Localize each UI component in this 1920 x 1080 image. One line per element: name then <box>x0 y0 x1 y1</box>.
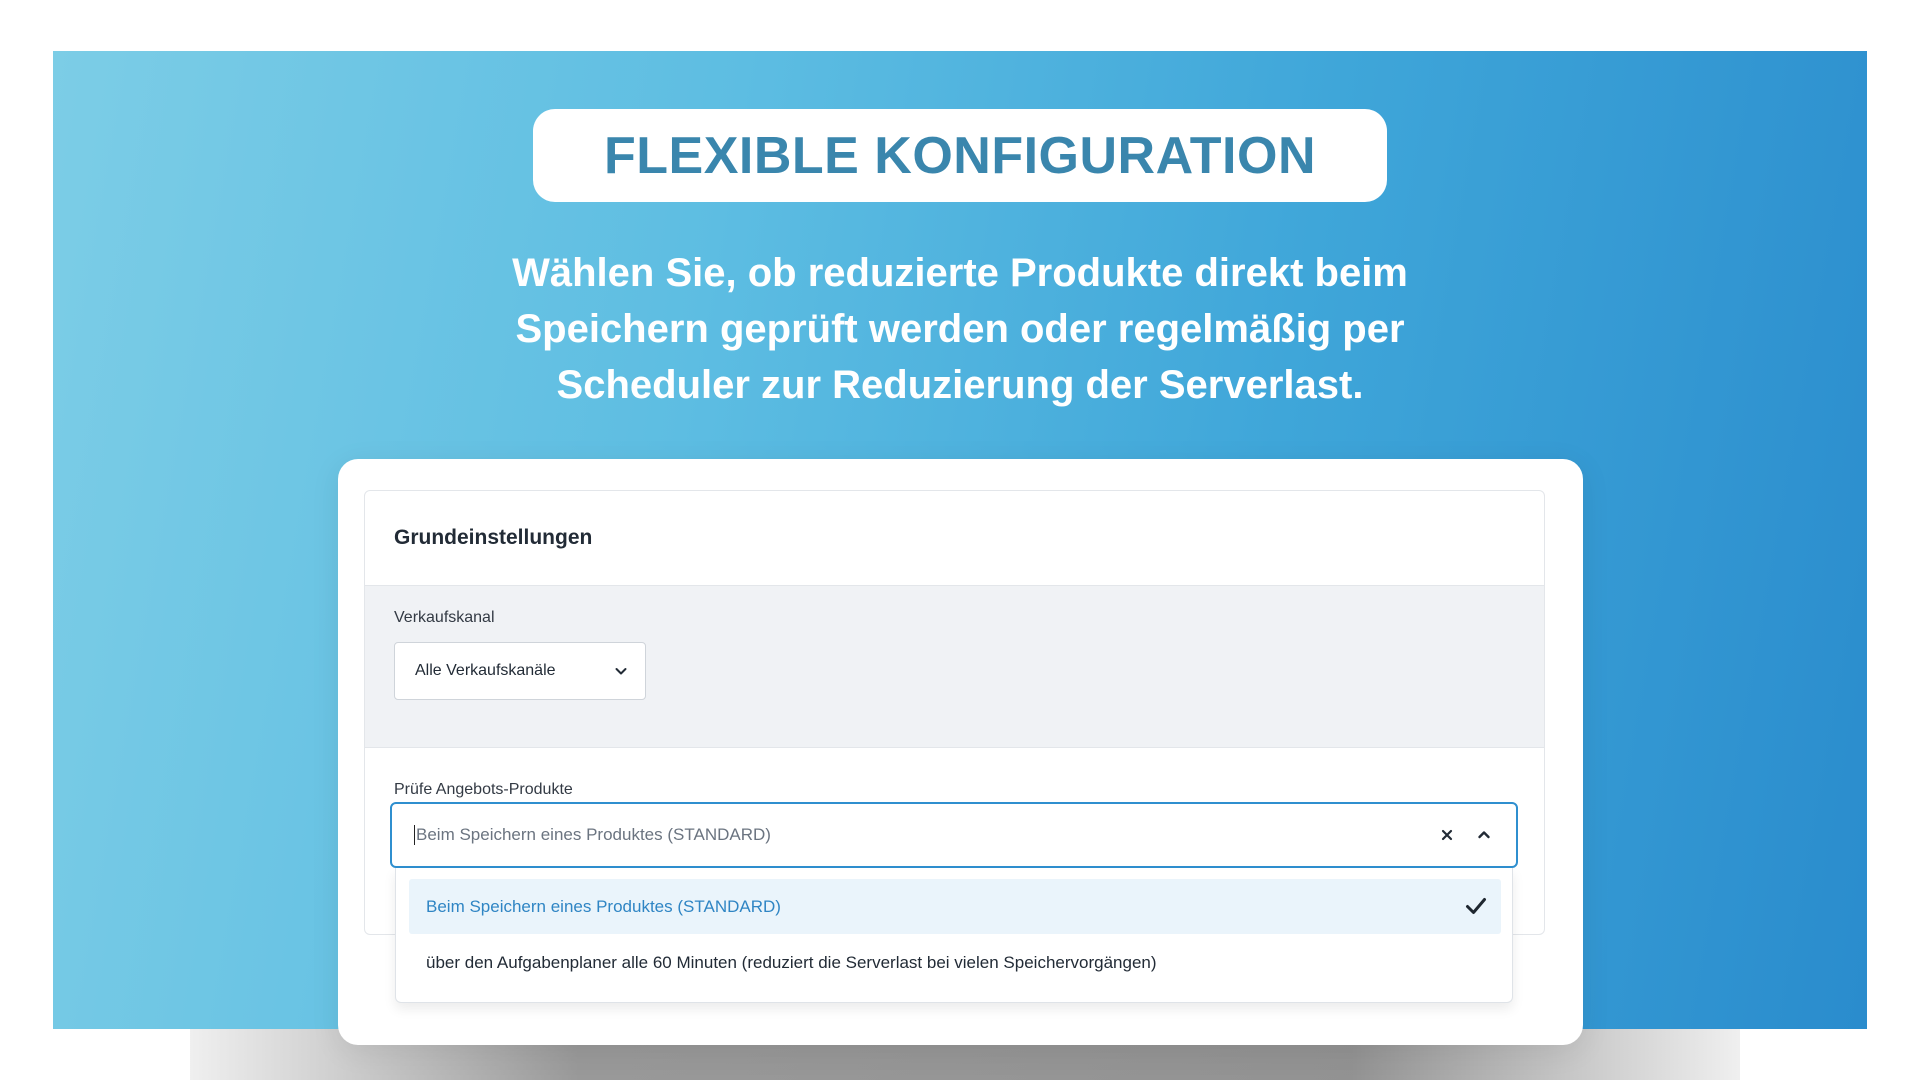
chevron-down-icon <box>615 668 627 675</box>
dropdown-option-scheduler[interactable]: über den Aufgabenplaner alle 60 Minuten … <box>409 935 1501 990</box>
panel-title: Grundeinstellungen <box>394 526 593 549</box>
chevron-up-icon <box>1478 831 1490 839</box>
collapse-dropdown-button[interactable] <box>1474 825 1494 845</box>
text-caret <box>414 825 415 845</box>
sales-channel-value: Alle Verkaufskanäle <box>415 662 556 679</box>
checkmark-icon <box>1466 898 1486 914</box>
dropdown-option-on-save[interactable]: Beim Speichern eines Produktes (STANDARD… <box>409 879 1501 934</box>
sales-channel-section: Verkaufskanal Alle Verkaufskanäle <box>365 586 1544 748</box>
sales-channel-label: Verkaufskanal <box>394 609 495 626</box>
close-icon <box>1441 829 1453 841</box>
check-products-label: Prüfe Angebots-Produkte <box>394 781 573 798</box>
sales-channel-select[interactable]: Alle Verkaufskanäle <box>394 642 646 700</box>
hero-title: FLEXIBLE KONFIGURATION <box>603 126 1316 185</box>
option-label: Beim Speichern eines Produktes (STANDARD… <box>426 896 781 916</box>
check-products-combobox[interactable]: Beim Speichern eines Produktes (STANDARD… <box>390 802 1518 868</box>
stage: FLEXIBLE KONFIGURATION Wählen Sie, ob re… <box>0 0 1920 1080</box>
title-pill: FLEXIBLE KONFIGURATION <box>533 109 1387 202</box>
clear-selection-button[interactable] <box>1436 824 1458 846</box>
option-label: über den Aufgabenplaner alle 60 Minuten … <box>426 952 1157 972</box>
hero-subtitle: Wählen Sie, ob reduzierte Produkte direk… <box>512 251 1408 407</box>
check-products-input-text[interactable]: Beim Speichern eines Produktes (STANDARD… <box>416 825 771 845</box>
check-products-dropdown: Beim Speichern eines Produktes (STANDARD… <box>395 868 1513 1003</box>
panel-header: Grundeinstellungen <box>365 491 1544 586</box>
